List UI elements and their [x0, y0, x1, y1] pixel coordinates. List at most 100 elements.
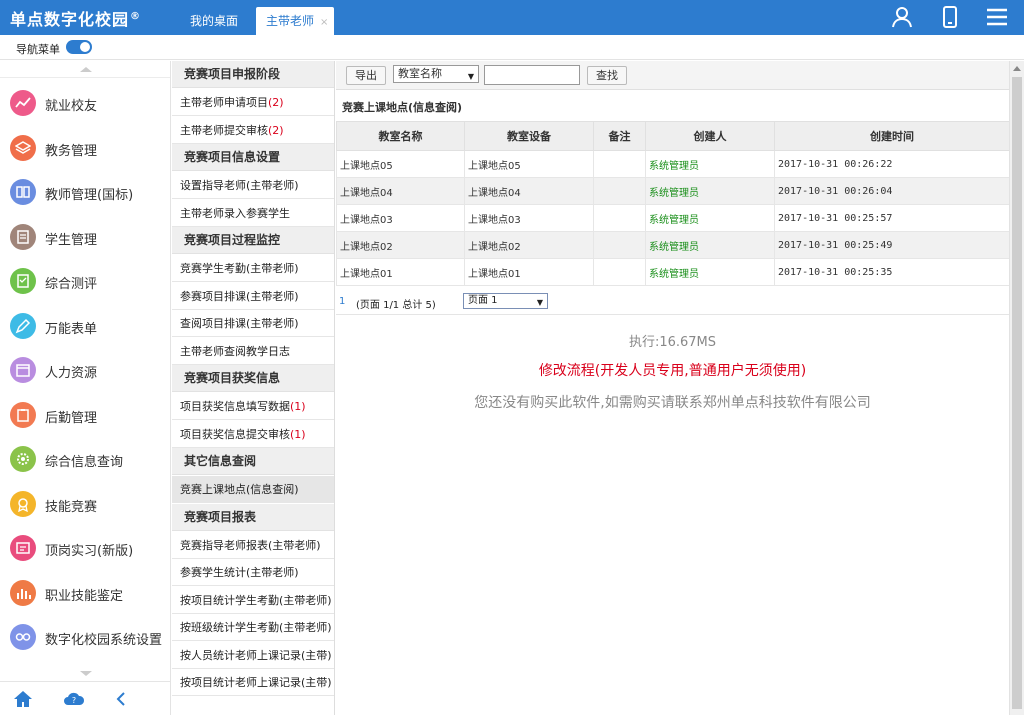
submenu-item[interactable]: 主带老师查阅教学日志	[172, 338, 334, 365]
table-cell: 2017-10-31 00:25:49	[774, 231, 1010, 259]
nav-toggle-bar: 导航菜单	[0, 35, 1024, 60]
column-header[interactable]: 创建人	[645, 121, 775, 151]
sidebar-item-7[interactable]: 人力资源	[0, 349, 170, 393]
section-title: 竞赛上课地点(信息查阅)	[342, 101, 463, 114]
sidebar-item-4[interactable]: 学生管理	[0, 216, 170, 260]
sidebar-item-11[interactable]: 顶岗实习(新版)	[0, 527, 170, 571]
column-header[interactable]: 创建时间	[774, 121, 1010, 151]
chevron-down-icon: ▼	[536, 298, 543, 307]
tab-my-desktop[interactable]: 我的桌面	[180, 7, 256, 35]
submenu-panel: 竞赛项目申报阶段 主带老师申请项目(2) 主带老师提交审核(2) 竞赛项目信息设置 设置…	[172, 61, 335, 715]
table-row[interactable]: 上课地点04 上课地点04 系统管理员 2017-10-31 00:26:04	[336, 177, 1010, 205]
sidebar-item-label: 技能竞赛	[45, 499, 98, 515]
submenu-item[interactable]: 按项目统计学生考勤(主带老师)	[172, 587, 334, 614]
sidebar-item-label: 就业校友	[45, 99, 98, 114]
submenu-item-label: 设置指导老师(主带老师)	[180, 179, 299, 192]
submenu-item[interactable]: 项目获奖信息提交审核(1)	[172, 421, 334, 448]
column-header[interactable]: 备注	[593, 121, 646, 151]
sidebar-item-13[interactable]: 数字化校园系统设置	[0, 616, 170, 660]
column-header[interactable]: 教室名称	[336, 121, 465, 151]
table-row[interactable]: 上课地点01 上课地点01 系统管理员 2017-10-31 00:25:35	[336, 258, 1010, 286]
cloud-help-icon[interactable]: ?	[63, 690, 85, 711]
submenu-item[interactable]: 参赛学生统计(主带老师)	[172, 559, 334, 586]
submenu-item[interactable]: 参赛项目排课(主带老师)	[172, 283, 334, 310]
bar-chart-icon	[10, 579, 36, 606]
submenu-item[interactable]: 主带老师录入参赛学生	[172, 200, 334, 227]
dev-process-link[interactable]: 修改流程(开发人员专用,普通用户无须使用)	[336, 360, 1009, 380]
trend-line-icon	[10, 90, 36, 116]
table-cell: 系统管理员	[645, 231, 775, 259]
sidebar-item-label: 学生管理	[45, 232, 98, 248]
sidebar-item-label: 万能表单	[45, 321, 98, 337]
main-content: 导出 教室名称 ▼ 查找 竞赛上课地点(信息查阅) 教室名称 教室设备 备注 创建人 创建…	[336, 61, 1010, 715]
menu-icon[interactable]	[985, 6, 1009, 28]
page-number-link[interactable]: 1	[339, 296, 345, 307]
table-cell: 上课地点03	[464, 204, 594, 232]
submenu-item[interactable]: 竞赛指导老师报表(主带老师)	[172, 532, 334, 559]
sidebar-item-12[interactable]: 职业技能鉴定	[0, 572, 170, 616]
submenu-item[interactable]: 查阅项目排课(主带老师)	[172, 310, 334, 337]
scroll-up-arrow-icon[interactable]	[1013, 66, 1021, 71]
search-input[interactable]	[484, 65, 580, 85]
submenu-item[interactable]: 按班级统计学生考勤(主带老师)	[172, 614, 334, 641]
sidebar-item-label: 教务管理	[45, 143, 98, 159]
page-select[interactable]: 页面 1 ▼	[463, 293, 548, 309]
field-select[interactable]: 教室名称 ▼	[393, 65, 479, 83]
table-cell	[593, 150, 646, 178]
main-scrollbar[interactable]	[1009, 61, 1024, 715]
sidebar-item-label: 教师管理(国标)	[45, 188, 134, 203]
submenu-item-label: 按人员统计老师上课记录(主带)	[180, 648, 332, 662]
sidebar-item-1[interactable]: 就业校友	[0, 82, 170, 126]
submenu-item[interactable]: 主带老师申请项目(2)	[172, 89, 334, 116]
submenu-item[interactable]: 按项目统计老师上课记录(主带)	[172, 669, 334, 696]
user-icon[interactable]	[890, 6, 914, 28]
scrollbar-thumb[interactable]	[1012, 77, 1022, 709]
sidebar-item-10[interactable]: 技能竞赛	[0, 483, 170, 527]
submenu-item-label: 竞赛指导老师报表(主带老师)	[180, 538, 321, 552]
sidebar: 就业校友教务管理教师管理(国标) 学生管理综合测评万能表单人力资源 后勤管理 综合信息…	[0, 61, 171, 715]
toggle-knob	[80, 42, 90, 52]
column-header[interactable]: 教室设备	[464, 121, 594, 151]
table-cell: 上课地点01	[336, 258, 465, 286]
search-button[interactable]: 查找	[587, 66, 627, 85]
tab-lead-teacher[interactable]: 主带老师 ×	[256, 7, 334, 35]
submenu-item[interactable]: 按人员统计老师上课记录(主带)	[172, 642, 334, 669]
submenu-group-header: 竞赛项目报表	[172, 503, 334, 531]
sidebar-item-3[interactable]: 教师管理(国标)	[0, 171, 170, 215]
book-icon	[10, 179, 36, 205]
sidebar-item-8[interactable]: 后勤管理	[0, 394, 170, 438]
chevron-left-icon[interactable]	[115, 691, 127, 710]
submenu-item[interactable]: 竞赛学生考勤(主带老师)	[172, 255, 334, 282]
table-cell	[593, 177, 646, 205]
table-row[interactable]: 上课地点02 上课地点02 系统管理员 2017-10-31 00:25:49	[336, 231, 1010, 259]
submenu-item-label: 主带老师提交审核	[180, 123, 268, 137]
table-cell: 上课地点02	[336, 231, 465, 259]
sidebar-item-2[interactable]: 教务管理	[0, 127, 170, 171]
scroll-down-icon[interactable]	[80, 671, 92, 676]
submenu-item[interactable]: 项目获奖信息填写数据(1)	[172, 393, 334, 420]
table-cell: 上课地点02	[464, 231, 594, 259]
pager: 1 (页面 1/1 总计 5) 页面 1 ▼	[336, 288, 1009, 315]
submenu-item[interactable]: 主带老师提交审核(2)	[172, 117, 334, 144]
sidebar-item-6[interactable]: 万能表单	[0, 305, 170, 349]
table-row[interactable]: 上课地点05 上课地点05 系统管理员 2017-10-31 00:26:22	[336, 150, 1010, 178]
data-table: 教室名称 教室设备 备注 创建人 创建时间 上课地点05 上课地点05 系统管理员 2017-…	[336, 121, 1010, 286]
nav-menu-toggle[interactable]	[66, 40, 92, 54]
app-title: 单点数字化校园®	[10, 10, 142, 29]
submenu-item-label: 按项目统计老师上课记录(主带)	[180, 676, 332, 689]
badge-icon	[10, 490, 36, 517]
home-icon[interactable]	[13, 690, 33, 711]
tab-close-icon[interactable]: ×	[320, 17, 328, 28]
scroll-up-icon[interactable]	[80, 67, 92, 72]
checklist-icon	[10, 268, 36, 294]
sidebar-item-5[interactable]: 综合测评	[0, 260, 170, 304]
submenu-item[interactable]: 设置指导老师(主带老师)	[172, 172, 334, 199]
sidebar-item-9[interactable]: 综合信息查询	[0, 438, 170, 482]
table-cell	[593, 231, 646, 259]
export-button[interactable]: 导出	[346, 66, 386, 85]
sidebar-item-label: 数字化校园系统设置	[45, 633, 163, 648]
item-count-badge: (1)	[290, 427, 306, 441]
table-row[interactable]: 上课地点03 上课地点03 系统管理员 2017-10-31 00:25:57	[336, 204, 1010, 232]
mobile-icon[interactable]	[938, 6, 962, 28]
submenu-item[interactable]: 竞赛上课地点(信息查阅)	[172, 476, 334, 503]
